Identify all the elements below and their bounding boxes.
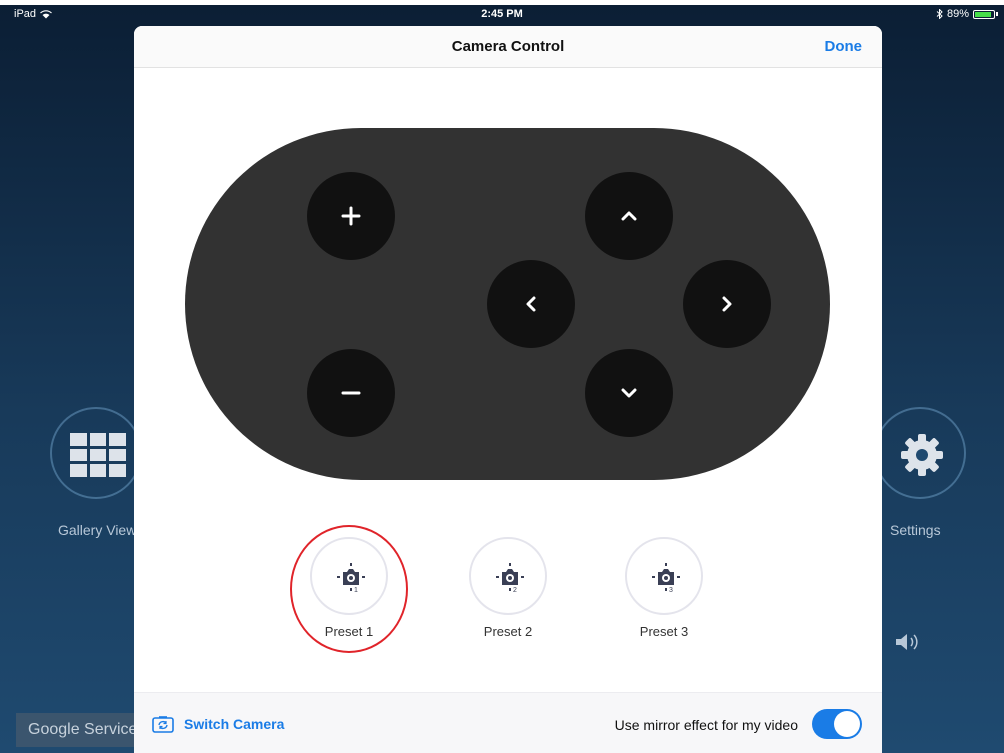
switch-camera-icon xyxy=(152,716,174,733)
preset-3[interactable]: 3 Preset 3 xyxy=(604,537,724,639)
switch-camera-button[interactable]: Switch Camera xyxy=(152,715,284,733)
done-button[interactable]: Done xyxy=(825,38,863,55)
grid-icon xyxy=(70,433,126,477)
preset-2-label: Preset 2 xyxy=(483,624,533,639)
modal-title: Camera Control xyxy=(451,38,565,55)
mirror-effect-toggle[interactable] xyxy=(812,709,862,739)
chevron-right-icon xyxy=(722,296,732,312)
modal-header: Camera Control Done xyxy=(134,26,882,68)
status-bar: iPad 2:45 PM 89% xyxy=(0,5,1004,23)
battery-percent: 89% xyxy=(946,8,969,20)
plus-icon xyxy=(341,206,361,226)
status-time: 2:45 PM xyxy=(481,8,523,20)
pan-up-button[interactable] xyxy=(585,172,673,260)
zoom-in-button[interactable] xyxy=(307,172,395,260)
chevron-up-icon xyxy=(621,211,637,221)
pan-left-button[interactable] xyxy=(487,260,575,348)
chevron-down-icon xyxy=(621,388,637,398)
preset-1-highlight-circle xyxy=(290,525,408,653)
zoom-out-button[interactable] xyxy=(307,349,395,437)
camera-preset-icon: 2 xyxy=(496,563,524,594)
modal-footer: Switch Camera Use mirror effect for my v… xyxy=(134,692,882,753)
chevron-left-icon xyxy=(526,296,536,312)
preset-3-button[interactable]: 3 xyxy=(625,537,703,615)
settings-button[interactable] xyxy=(874,407,966,499)
gallery-view-button[interactable] xyxy=(50,407,142,499)
preset-number: 3 xyxy=(669,587,673,594)
minus-icon xyxy=(341,391,361,395)
switch-camera-label: Switch Camera xyxy=(184,716,285,732)
preset-3-label: Preset 3 xyxy=(639,624,689,639)
mirror-effect-label: Use mirror effect for my video xyxy=(614,717,798,733)
status-right: 89% xyxy=(936,8,998,20)
bluetooth-icon xyxy=(936,9,943,19)
gear-icon xyxy=(901,434,943,476)
gallery-view-label: Gallery View xyxy=(58,522,137,538)
settings-label: Settings xyxy=(890,522,941,538)
pan-down-button[interactable] xyxy=(585,349,673,437)
battery-fill xyxy=(975,11,992,17)
preset-2-button[interactable]: 2 xyxy=(469,537,547,615)
toggle-knob xyxy=(834,711,860,737)
pan-right-button[interactable] xyxy=(683,260,771,348)
battery-nub xyxy=(996,12,998,16)
speaker-icon[interactable] xyxy=(894,632,924,652)
camera-control-pad xyxy=(185,128,830,480)
preset-2[interactable]: 2 Preset 2 xyxy=(448,537,568,639)
camera-preset-icon: 3 xyxy=(652,563,680,594)
camera-control-modal: Camera Control Done 1 Preset 1 2 Preset … xyxy=(134,26,882,753)
preset-number: 2 xyxy=(513,587,517,594)
battery-icon xyxy=(973,9,995,19)
